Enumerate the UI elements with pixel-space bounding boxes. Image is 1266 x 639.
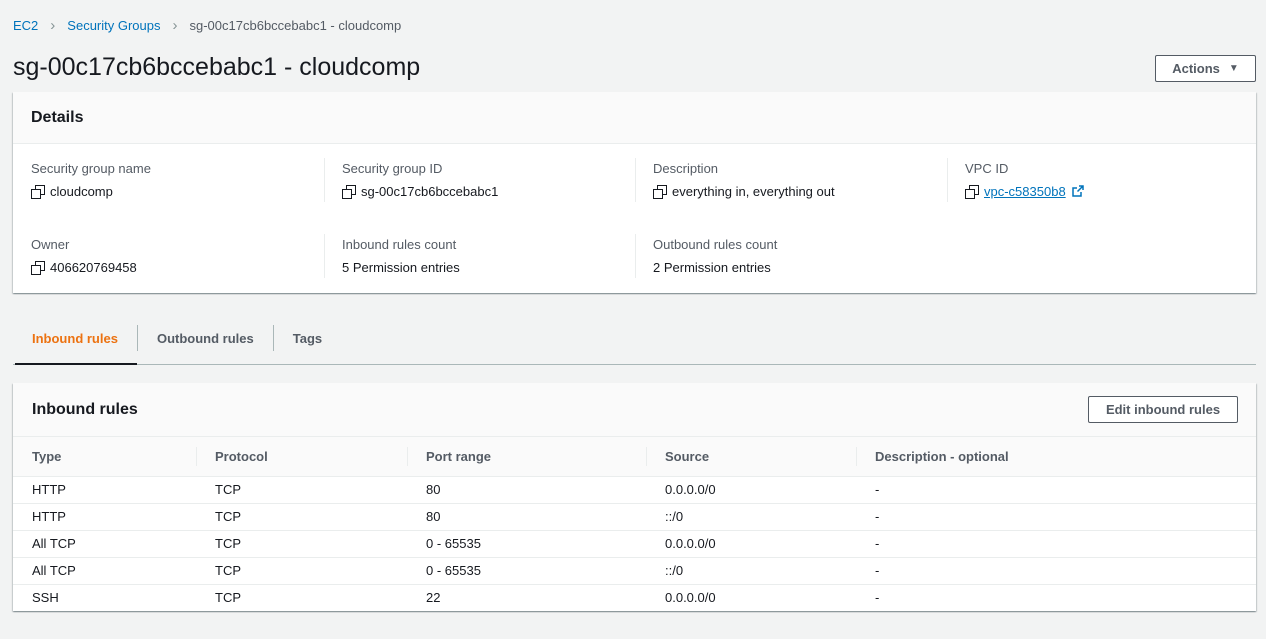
vpc-id-link[interactable]: vpc-c58350b8: [984, 184, 1066, 199]
cell-port-range: 80: [426, 509, 441, 524]
cell-source: 0.0.0.0/0: [665, 590, 716, 606]
table-row[interactable]: All TCP TCP 0 - 65535 ::/0 -: [13, 557, 1256, 584]
cell-port-range: 0 - 65535: [426, 563, 481, 578]
detail-label: Security group name: [31, 161, 151, 176]
breadcrumb-current: sg-00c17cb6bccebabc1 - cloudcomp: [189, 17, 402, 33]
detail-value: everything in, everything out: [672, 183, 835, 199]
cell-protocol: TCP: [215, 509, 241, 524]
cell-type: SSH: [32, 590, 59, 606]
cell-type: All TCP: [32, 563, 76, 578]
copy-icon[interactable]: [342, 184, 356, 199]
detail-label: Outbound rules count: [653, 237, 778, 252]
cell-port-range: 0 - 65535: [426, 536, 481, 551]
detail-sg-id: Security group ID sg-00c17cb6bccebabc1: [324, 158, 614, 202]
detail-vpc-id: VPC ID vpc-c58350b8: [947, 158, 1237, 202]
table-row[interactable]: All TCP TCP 0 - 65535 0.0.0.0/0 -: [13, 530, 1256, 557]
copy-icon[interactable]: [965, 184, 979, 199]
cell-type: HTTP: [32, 509, 66, 524]
chevron-right-icon: ›: [172, 16, 178, 34]
column-header-port-range[interactable]: Port range: [407, 437, 646, 476]
details-header: Details: [13, 92, 1256, 144]
detail-label: Owner: [31, 237, 70, 252]
breadcrumb-security-groups[interactable]: Security Groups: [67, 18, 160, 33]
detail-description: Description everything in, everything ou…: [635, 158, 925, 202]
detail-owner: Owner 406620769458: [31, 236, 321, 276]
detail-label: Security group ID: [342, 161, 443, 176]
column-header-protocol[interactable]: Protocol: [196, 437, 407, 476]
breadcrumb-ec2[interactable]: EC2: [13, 18, 38, 33]
details-panel: Details Security group name cloudcomp Se…: [13, 92, 1256, 293]
table-header-row: Type Protocol Port range Source Descript…: [13, 437, 1256, 476]
tab-inbound-rules[interactable]: Inbound rules: [13, 313, 137, 365]
cell-description: -: [875, 536, 880, 551]
cell-protocol: TCP: [215, 482, 241, 497]
detail-value: 406620769458: [50, 259, 137, 275]
copy-icon[interactable]: [31, 184, 45, 199]
detail-label: VPC ID: [965, 161, 1009, 176]
cell-source: ::/0: [665, 563, 684, 578]
inbound-rules-table: Type Protocol Port range Source Descript…: [13, 437, 1256, 611]
detail-value: 2 Permission entries: [653, 259, 771, 275]
breadcrumb: EC2 › Security Groups › sg-00c17cb6bcceb…: [13, 16, 401, 34]
edit-inbound-rules-button[interactable]: Edit inbound rules: [1088, 396, 1238, 423]
cell-source: ::/0: [665, 509, 684, 524]
caret-down-icon: ▼: [1228, 63, 1239, 74]
copy-icon[interactable]: [653, 184, 667, 199]
detail-value: cloudcomp: [50, 183, 113, 199]
inbound-rules-title: Inbound rules: [32, 400, 138, 418]
cell-description: -: [875, 563, 880, 578]
tab-bar: Inbound rules Outbound rules Tags: [13, 313, 1256, 365]
tab-tags[interactable]: Tags: [274, 313, 341, 364]
detail-outbound-count: Outbound rules count 2 Permission entrie…: [635, 234, 925, 278]
cell-source: 0.0.0.0/0: [665, 482, 716, 497]
cell-port-range: 80: [426, 482, 441, 497]
cell-protocol: TCP: [215, 563, 241, 578]
detail-value: 5 Permission entries: [342, 259, 460, 275]
detail-label: Inbound rules count: [342, 237, 457, 252]
cell-type: All TCP: [32, 536, 76, 551]
detail-value: sg-00c17cb6bccebabc1: [361, 183, 499, 199]
detail-inbound-count: Inbound rules count 5 Permission entries: [324, 234, 614, 278]
external-link-icon[interactable]: [1071, 185, 1084, 197]
cell-protocol: TCP: [215, 590, 241, 606]
table-row[interactable]: SSH TCP 22 0.0.0.0/0 -: [13, 584, 1256, 611]
tab-outbound-rules[interactable]: Outbound rules: [138, 313, 273, 364]
page-title: sg-00c17cb6bccebabc1 - cloudcomp: [13, 53, 421, 81]
table-row[interactable]: HTTP TCP 80 0.0.0.0/0 -: [13, 476, 1256, 503]
cell-type: HTTP: [32, 482, 66, 497]
cell-port-range: 22: [426, 590, 441, 606]
chevron-right-icon: ›: [50, 16, 56, 34]
cell-description: -: [875, 509, 880, 524]
cell-protocol: TCP: [215, 536, 241, 551]
column-header-source[interactable]: Source: [646, 437, 856, 476]
inbound-rules-panel: Inbound rules Edit inbound rules Type Pr…: [13, 383, 1256, 611]
cell-description: -: [875, 482, 880, 497]
column-header-type[interactable]: Type: [13, 437, 196, 476]
copy-icon[interactable]: [31, 260, 45, 275]
actions-button[interactable]: Actions ▼: [1155, 55, 1256, 82]
column-header-description[interactable]: Description - optional: [856, 437, 1256, 476]
detail-sg-name: Security group name cloudcomp: [31, 160, 321, 200]
detail-label: Description: [653, 161, 719, 176]
cell-description: -: [875, 590, 880, 606]
cell-source: 0.0.0.0/0: [665, 536, 716, 551]
table-row[interactable]: HTTP TCP 80 ::/0 -: [13, 503, 1256, 530]
actions-button-label: Actions: [1172, 61, 1220, 76]
